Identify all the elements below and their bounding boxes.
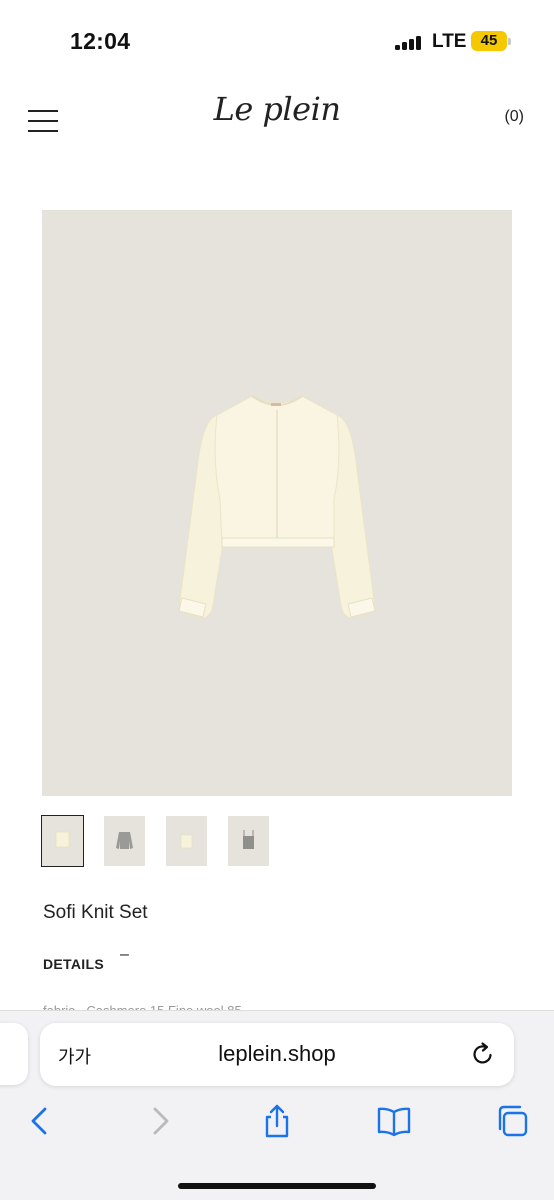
thumbnail-4[interactable] xyxy=(228,816,269,866)
network-type: LTE xyxy=(432,31,467,52)
thumbnail-3[interactable] xyxy=(166,816,207,866)
safari-toolbar: 가가 leplein.shop xyxy=(0,1010,554,1200)
details-collapse-toggle[interactable]: – xyxy=(120,946,129,964)
thumbnail-2[interactable] xyxy=(104,816,145,866)
back-icon[interactable] xyxy=(22,1103,58,1139)
bookmarks-icon[interactable] xyxy=(376,1103,412,1139)
previous-tab-edge[interactable] xyxy=(0,1023,28,1085)
tabs-icon[interactable] xyxy=(494,1103,530,1139)
details-heading[interactable]: DETAILS xyxy=(43,956,104,972)
cart-button[interactable]: (0) xyxy=(504,108,524,126)
thumbnail-1[interactable] xyxy=(41,815,84,867)
address-bar[interactable]: 가가 leplein.shop xyxy=(40,1023,514,1086)
signal-bars-icon xyxy=(395,36,425,50)
url-text[interactable]: leplein.shop xyxy=(40,1041,514,1067)
product-image[interactable] xyxy=(42,210,512,796)
share-icon[interactable] xyxy=(259,1103,295,1139)
battery-tip xyxy=(508,38,511,45)
battery-icon: 45 xyxy=(471,31,507,51)
cardigan-image xyxy=(178,395,376,619)
site-header: Le plein (0) xyxy=(0,84,554,164)
thumbnail-strip xyxy=(41,815,282,868)
status-bar: 12:04 LTE 45 xyxy=(0,0,554,84)
reload-icon[interactable] xyxy=(470,1041,496,1067)
product-name: Sofi Knit Set xyxy=(43,902,148,923)
home-indicator xyxy=(178,1183,376,1189)
site-logo[interactable]: Le plein xyxy=(0,90,554,128)
status-time: 12:04 xyxy=(70,28,131,54)
forward-icon[interactable] xyxy=(142,1103,178,1139)
